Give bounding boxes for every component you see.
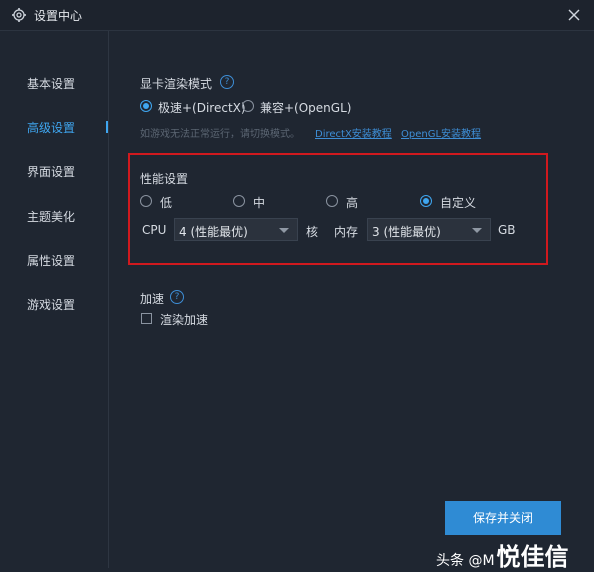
help-icon[interactable]: ?: [220, 75, 234, 89]
help-icon[interactable]: ?: [170, 290, 184, 304]
sidebar-item-game[interactable]: 游戏设置: [27, 296, 75, 313]
save-and-close-button[interactable]: 保存并关闭: [445, 501, 561, 535]
watermark-brand: 悦佳信: [496, 543, 569, 571]
sidebar-item-advanced[interactable]: 高级设置: [27, 119, 75, 136]
memory-unit: GB: [498, 223, 516, 237]
sidebar-item-properties[interactable]: 属性设置: [27, 252, 75, 269]
sidebar-item-theme[interactable]: 主题美化: [27, 208, 75, 225]
radio-opengl[interactable]: [242, 100, 254, 112]
sidebar-item-interface[interactable]: 界面设置: [27, 163, 75, 180]
level-high-label: 高: [346, 196, 359, 210]
cpu-label: CPU: [142, 223, 167, 237]
cpu-unit: 核: [306, 225, 319, 239]
level-low-label: 低: [160, 196, 173, 210]
cpu-select[interactable]: 4 (性能最优): [174, 218, 298, 241]
title-bar: 设置中心: [0, 0, 594, 30]
highlight-box: [128, 153, 548, 265]
render-accel-label: 渲染加速: [160, 313, 209, 327]
radio-medium[interactable]: [233, 195, 245, 207]
option-opengl-label: 兼容+(OpenGL): [260, 101, 352, 115]
level-medium-label: 中: [253, 196, 266, 210]
memory-select[interactable]: 3 (性能最优): [367, 218, 491, 241]
memory-label: 内存: [334, 225, 359, 239]
render-hint: 如游戏无法正常运行，请切换模式。: [140, 129, 300, 140]
performance-title: 性能设置: [140, 172, 189, 186]
render-mode-title: 显卡渲染模式: [140, 77, 213, 91]
active-indicator: [106, 121, 108, 133]
chevron-down-icon: [472, 228, 482, 233]
cpu-select-value: 4 (性能最优): [179, 225, 248, 239]
radio-custom[interactable]: [420, 195, 432, 207]
level-custom-label: 自定义: [440, 196, 477, 210]
render-accel-checkbox[interactable]: [141, 313, 152, 324]
chevron-down-icon: [279, 228, 289, 233]
watermark-prefix: 头条 @M: [436, 553, 495, 569]
radio-high[interactable]: [326, 195, 338, 207]
accel-title: 加速: [140, 292, 165, 306]
radio-directx[interactable]: [140, 100, 152, 112]
sidebar-item-basic[interactable]: 基本设置: [27, 75, 75, 92]
option-directx-label: 极速+(DirectX): [158, 101, 246, 115]
radio-low[interactable]: [140, 195, 152, 207]
watermark: 头条 @M悦佳信: [436, 537, 569, 572]
memory-select-value: 3 (性能最优): [372, 225, 441, 239]
window-title: 设置中心: [34, 9, 83, 23]
close-icon[interactable]: [566, 7, 582, 23]
directx-tutorial-link[interactable]: DirectX安装教程: [315, 125, 392, 140]
gear-icon: [12, 8, 26, 22]
opengl-tutorial-link[interactable]: OpenGL安装教程: [401, 125, 481, 140]
